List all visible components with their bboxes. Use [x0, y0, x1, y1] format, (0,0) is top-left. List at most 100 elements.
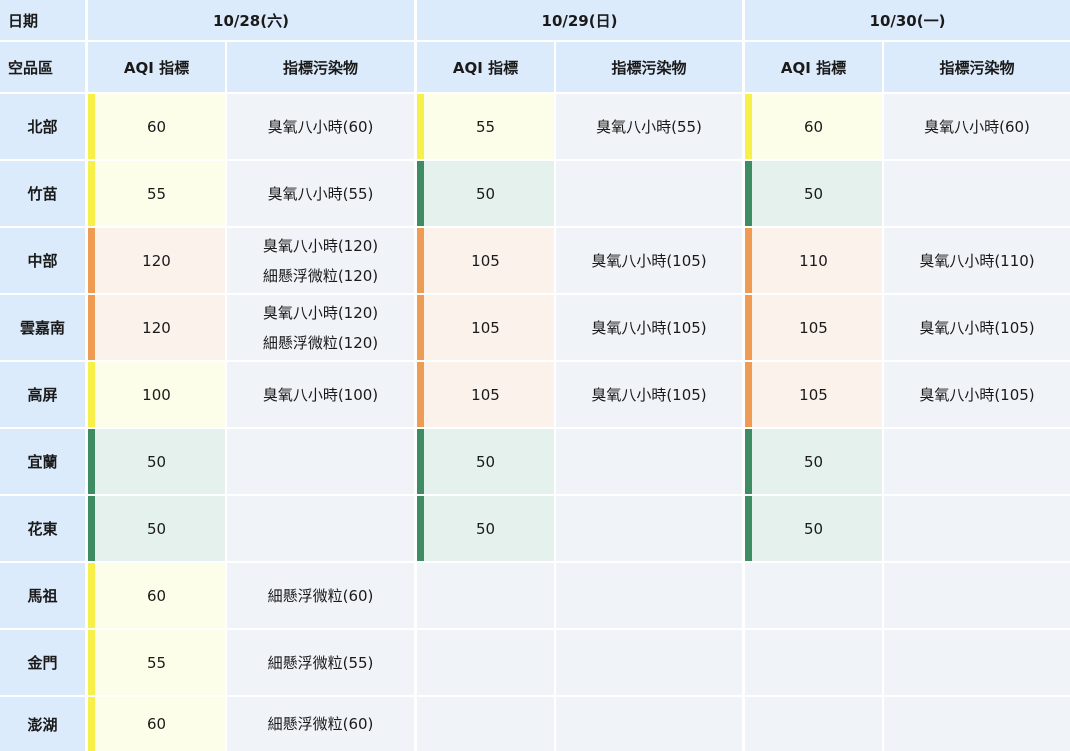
aqi-level-bar	[417, 496, 424, 561]
aqi-level-bar	[88, 228, 95, 293]
pollutant-cell: 臭氧八小時(55)	[556, 94, 742, 159]
aqi-value: 120	[142, 251, 171, 270]
aqi-col-header: AQI 指標	[417, 42, 554, 92]
pollutant-cell: 臭氧八小時(110)	[884, 228, 1070, 293]
pollutant-cell: 臭氧八小時(55)	[227, 161, 414, 226]
pollutant-cell	[884, 496, 1070, 561]
date-header-label: 日期	[0, 0, 85, 40]
area-name-cell: 北部	[0, 94, 85, 159]
aqi-value: 105	[471, 251, 500, 270]
aqi-value: 50	[475, 519, 496, 538]
pollutant-text: 臭氧八小時(60)	[267, 117, 374, 136]
aqi-value: 110	[799, 251, 828, 270]
pollutant-cell	[556, 429, 742, 494]
aqi-col-header: AQI 指標	[745, 42, 882, 92]
area-name-cell: 高屏	[0, 362, 85, 427]
aqi-value: 50	[803, 184, 824, 203]
pollutant-col-header: 指標污染物	[227, 42, 414, 92]
pollutant-text: 臭氧八小時(55)	[596, 117, 702, 136]
empty-cell	[417, 630, 554, 695]
empty-cell	[884, 697, 1070, 751]
aqi-level-bar	[745, 429, 752, 494]
empty-cell	[556, 630, 742, 695]
aqi-value-cell: 105	[745, 362, 882, 427]
pollutant-text: 臭氧八小時(110)	[919, 251, 1035, 270]
pollutant-cell	[556, 161, 742, 226]
empty-cell	[745, 563, 882, 628]
pollutant-cell	[227, 496, 414, 561]
area-name-cell: 宜蘭	[0, 429, 85, 494]
pollutant-cell: 臭氧八小時(105)	[556, 362, 742, 427]
pollutant-text: 臭氧八小時(120)	[262, 236, 379, 255]
pollutant-cell	[884, 161, 1070, 226]
aqi-value: 105	[799, 318, 828, 337]
aqi-value: 105	[471, 385, 500, 404]
aqi-level-bar	[417, 228, 424, 293]
aqi-level-bar	[417, 94, 424, 159]
pollutant-col-header: 指標污染物	[556, 42, 742, 92]
pollutant-cell: 臭氧八小時(60)	[227, 94, 414, 159]
pollutant-cell: 細懸浮微粒(55)	[227, 630, 414, 695]
aqi-value-cell: 120	[88, 228, 225, 293]
empty-cell	[556, 697, 742, 751]
aqi-value-cell: 60	[745, 94, 882, 159]
aqi-value-cell: 120	[88, 295, 225, 360]
aqi-level-bar	[745, 295, 752, 360]
pollutant-col-header: 指標污染物	[884, 42, 1070, 92]
pollutant-cell: 臭氧八小時(105)	[884, 295, 1070, 360]
pollutant-cell: 細懸浮微粒(60)	[227, 697, 414, 751]
aqi-value-cell: 60	[88, 94, 225, 159]
pollutant-cell: 臭氧八小時(100)	[227, 362, 414, 427]
aqi-value-cell: 50	[745, 161, 882, 226]
aqi-value: 60	[146, 117, 167, 136]
aqi-value-cell: 100	[88, 362, 225, 427]
aqi-value: 50	[475, 184, 496, 203]
aqi-value-cell: 110	[745, 228, 882, 293]
pollutant-text: 臭氧八小時(60)	[924, 117, 1030, 136]
pollutant-text: 臭氧八小時(100)	[262, 385, 379, 404]
aqi-value-cell: 50	[745, 496, 882, 561]
aqi-value: 60	[803, 117, 824, 136]
pollutant-cell: 臭氧八小時(60)	[884, 94, 1070, 159]
aqi-value-cell: 50	[88, 429, 225, 494]
aqi-col-header: AQI 指標	[88, 42, 225, 92]
pollutant-cell: 臭氧八小時(120) 細懸浮微粒(120)	[227, 295, 414, 360]
area-name-cell: 花東	[0, 496, 85, 561]
pollutant-cell	[227, 429, 414, 494]
pollutant-text: 細懸浮微粒(55)	[267, 653, 374, 672]
pollutant-text: 細懸浮微粒(120)	[262, 266, 379, 285]
aqi-value: 50	[803, 452, 824, 471]
aqi-value: 60	[146, 586, 167, 605]
aqi-value-cell: 55	[88, 630, 225, 695]
pollutant-cell	[884, 429, 1070, 494]
aqi-level-bar	[417, 295, 424, 360]
pollutant-text: 細懸浮微粒(120)	[262, 333, 379, 352]
aqi-level-bar	[88, 697, 95, 751]
aqi-value: 55	[146, 184, 167, 203]
aqi-value: 55	[475, 117, 496, 136]
area-name-cell: 澎湖	[0, 697, 85, 751]
pollutant-cell: 細懸浮微粒(60)	[227, 563, 414, 628]
aqi-value-cell: 60	[88, 697, 225, 751]
pollutant-cell: 臭氧八小時(105)	[884, 362, 1070, 427]
aqi-level-bar	[745, 362, 752, 427]
empty-cell	[745, 630, 882, 695]
aqi-level-bar	[745, 94, 752, 159]
pollutant-text: 臭氧八小時(105)	[919, 318, 1035, 337]
aqi-level-bar	[745, 496, 752, 561]
aqi-value: 50	[146, 452, 167, 471]
empty-cell	[884, 630, 1070, 695]
aqi-level-bar	[88, 563, 95, 628]
area-name-cell: 雲嘉南	[0, 295, 85, 360]
area-header-label: 空品區	[0, 42, 85, 92]
aqi-value-cell: 105	[417, 228, 554, 293]
aqi-value-cell: 50	[417, 429, 554, 494]
aqi-level-bar	[88, 496, 95, 561]
aqi-value: 120	[142, 318, 171, 337]
aqi-level-bar	[88, 295, 95, 360]
aqi-value: 50	[475, 452, 496, 471]
aqi-forecast-table: 日期 10/28(六) 10/29(日) 10/30(一) 空品區 AQI 指標…	[0, 0, 1070, 751]
aqi-level-bar	[417, 429, 424, 494]
aqi-level-bar	[745, 228, 752, 293]
aqi-value-cell: 50	[417, 496, 554, 561]
